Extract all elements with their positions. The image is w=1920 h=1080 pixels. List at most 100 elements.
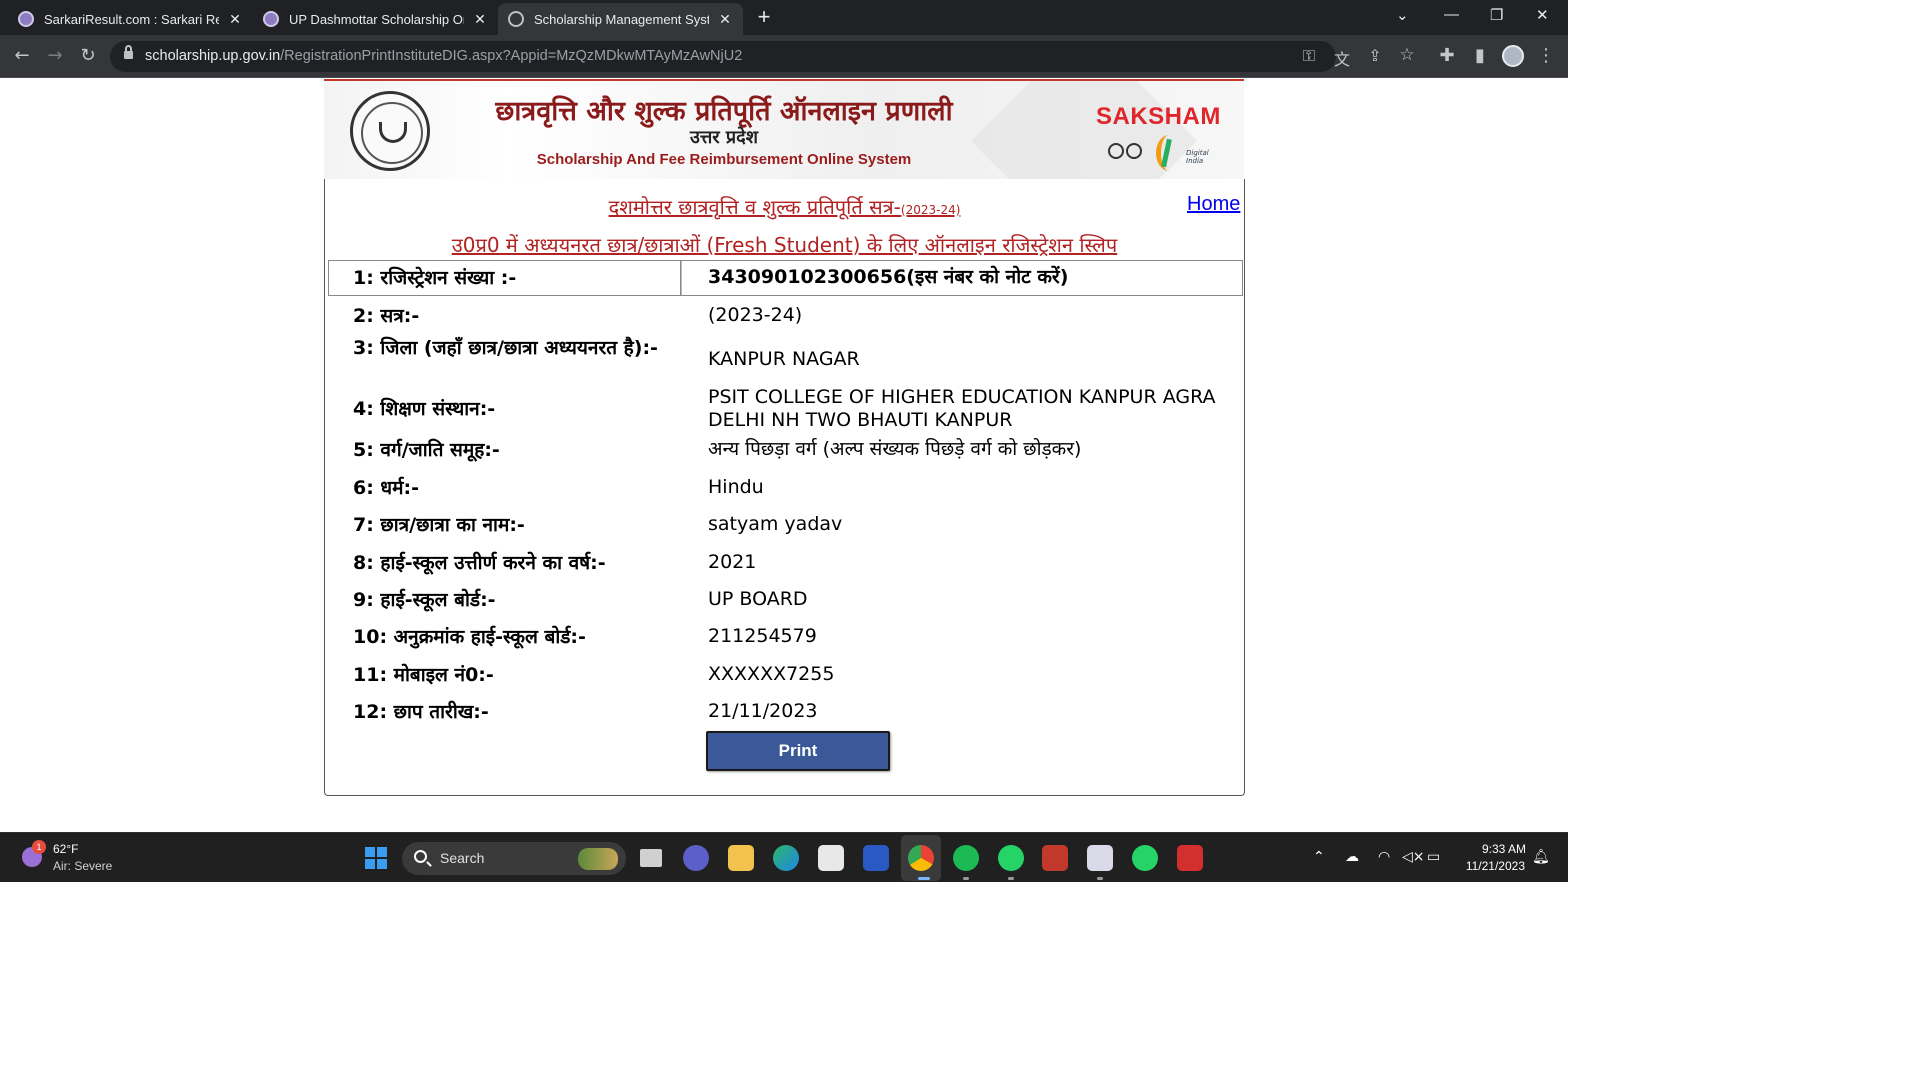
snipping-tool-icon[interactable] bbox=[1087, 845, 1113, 871]
bookmark-star-icon[interactable]: ☆ bbox=[1396, 45, 1418, 65]
tab-title: UP Dashmottar Scholarship Online bbox=[289, 11, 464, 27]
field-value: (2023-24) bbox=[708, 304, 803, 326]
taskbar-date[interactable]: 11/21/2023 bbox=[1455, 859, 1525, 873]
field-value: अन्य पिछड़ा वर्ग (अल्प संख्यक पिछड़े वर्… bbox=[708, 438, 1082, 460]
search-label: Search bbox=[440, 850, 485, 866]
tab-close-icon[interactable]: ✕ bbox=[472, 11, 488, 28]
browser-tab-sarkariresult[interactable]: SarkariResult.com : Sarkari Result ✕ bbox=[8, 3, 253, 35]
weather-alert-badge: 1 bbox=[32, 840, 46, 854]
tab-title: SarkariResult.com : Sarkari Result bbox=[44, 11, 219, 27]
field-value: 343090102300656(इस नंबर को नोट करें) bbox=[708, 266, 1069, 288]
saksham-logo: SAKSHAM bbox=[1096, 103, 1221, 130]
windows-start-icon[interactable] bbox=[365, 847, 387, 869]
task-view-icon[interactable] bbox=[640, 849, 662, 867]
chrome-icon[interactable] bbox=[908, 845, 934, 871]
windows-taskbar: 1 62°F Air: Severe Search ⌃ ☁ ◠ ◁× ▭ 9:3… bbox=[0, 832, 1568, 882]
site-favicon-icon bbox=[263, 11, 279, 27]
battery-icon[interactable]: ▭ bbox=[1427, 849, 1440, 865]
weather-temperature[interactable]: 62°F bbox=[53, 842, 78, 856]
url-text[interactable]: scholarship.up.gov.in/RegistrationPrintI… bbox=[145, 48, 742, 64]
translate-icon[interactable]: 文 bbox=[1331, 46, 1353, 70]
taskbar-time[interactable]: 9:33 AM bbox=[1470, 842, 1526, 856]
show-hidden-icons-chevron-icon[interactable]: ⌃ bbox=[1313, 849, 1325, 865]
field-value: satyam yadav bbox=[708, 513, 843, 535]
field-value: 211254579 bbox=[708, 625, 817, 647]
swachh-digital-india-logos: Digital India bbox=[1108, 135, 1218, 175]
share-icon[interactable]: ⇪ bbox=[1364, 46, 1386, 65]
spotify-icon[interactable] bbox=[953, 845, 979, 871]
profile-avatar[interactable] bbox=[1502, 45, 1524, 67]
home-link[interactable]: Home bbox=[1187, 193, 1240, 216]
whatsapp-web-icon[interactable] bbox=[1132, 845, 1158, 871]
extensions-icon[interactable]: ✚ bbox=[1436, 45, 1458, 66]
site-favicon-icon bbox=[18, 11, 34, 27]
swachh-bharat-spectacles-icon bbox=[1108, 143, 1124, 159]
lock-icon[interactable] bbox=[124, 45, 133, 60]
wifi-icon[interactable]: ◠ bbox=[1378, 849, 1390, 865]
digital-india-text: Digital India bbox=[1186, 149, 1209, 165]
tab-close-icon[interactable]: ✕ bbox=[717, 11, 733, 28]
volume-muted-icon[interactable]: ◁× bbox=[1402, 849, 1425, 865]
running-indicator bbox=[1008, 877, 1014, 880]
back-icon[interactable]: ← bbox=[11, 45, 33, 66]
field-label: 10: अनुक्रमांक हाई-स्कूल बोर्ड:- bbox=[353, 626, 586, 648]
browser-tab-up-scholarship[interactable]: UP Dashmottar Scholarship Online ✕ bbox=[253, 3, 498, 35]
field-value: KANPUR NAGAR bbox=[708, 348, 860, 370]
edge-browser-icon[interactable] bbox=[773, 845, 799, 871]
search-highlight-image bbox=[578, 848, 618, 870]
search-icon bbox=[414, 850, 427, 863]
forward-icon[interactable]: → bbox=[44, 45, 66, 66]
key-icon[interactable]: ⚿ bbox=[1298, 46, 1320, 66]
taskbar-search-box[interactable]: Search bbox=[402, 842, 626, 875]
field-label: 8: हाई-स्कूल उत्तीर्ण करने का वर्ष:- bbox=[353, 552, 606, 574]
adobe-acrobat-icon[interactable] bbox=[1177, 845, 1203, 871]
field-value: 2021 bbox=[708, 551, 757, 573]
field-label: 5: वर्ग/जाति समूह:- bbox=[353, 439, 500, 461]
whatsapp-icon[interactable] bbox=[998, 845, 1024, 871]
browser-tab-strip: SarkariResult.com : Sarkari Result ✕ UP … bbox=[0, 0, 1568, 35]
visual-studio-code-icon[interactable] bbox=[863, 845, 889, 871]
field-label: 1: रजिस्ट्रेशन संख्या :- bbox=[353, 267, 517, 289]
banner-title-hindi: छात्रवृत्ति और शुल्क प्रतिपूर्ति ऑनलाइन … bbox=[495, 96, 953, 127]
weather-description[interactable]: Air: Severe bbox=[53, 859, 112, 873]
site-banner: छात्रवृत्ति और शुल्क प्रतिपूर्ति ऑनलाइन … bbox=[324, 79, 1244, 179]
slip-heading: उ0प्र0 में अध्ययनरत छात्र/छात्राओं (Fres… bbox=[451, 233, 1118, 257]
dev-cpp-icon[interactable] bbox=[1042, 845, 1068, 871]
print-button[interactable]: Print bbox=[706, 731, 890, 771]
minimize-button[interactable]: — bbox=[1444, 6, 1459, 23]
registration-slip-panel: दशमोत्तर छात्रवृत्ति व शुल्क प्रतिपूर्ति… bbox=[324, 179, 1245, 796]
microsoft-store-icon[interactable] bbox=[818, 845, 844, 871]
tab-title: Scholarship Management System bbox=[534, 11, 709, 27]
running-indicator bbox=[963, 877, 969, 880]
banner-state-hindi: उत्तर प्रदेश bbox=[690, 127, 758, 148]
tab-search-icon[interactable]: ⌄ bbox=[1396, 6, 1409, 24]
teams-chat-icon[interactable] bbox=[683, 845, 709, 871]
side-panel-icon[interactable]: ▮ bbox=[1469, 45, 1491, 66]
field-label: 3: जिला (जहाँ छात्र/छात्रा अध्ययनरत है):… bbox=[353, 337, 658, 359]
page-viewport: छात्रवृत्ति और शुल्क प्रतिपूर्ति ऑनलाइन … bbox=[0, 79, 1568, 832]
restore-button[interactable]: ❐ bbox=[1490, 6, 1503, 24]
browser-tab-scholarship-management[interactable]: Scholarship Management System ✕ bbox=[498, 3, 743, 35]
close-window-button[interactable]: ✕ bbox=[1536, 6, 1549, 24]
menu-kebab-icon[interactable]: ⋮ bbox=[1535, 45, 1557, 66]
running-indicator bbox=[1097, 877, 1103, 880]
session-heading: दशमोत्तर छात्रवृत्ति व शुल्क प्रतिपूर्ति… bbox=[608, 195, 961, 219]
tab-close-icon[interactable]: ✕ bbox=[227, 11, 243, 28]
field-value: 21/11/2023 bbox=[708, 700, 818, 722]
notification-bell-icon[interactable]: 🔔︎ bbox=[1532, 849, 1550, 865]
address-bar[interactable]: scholarship.up.gov.in/RegistrationPrintI… bbox=[110, 41, 1415, 72]
field-value: Hindu bbox=[708, 476, 764, 498]
field-label: 2: सत्र:- bbox=[353, 305, 420, 327]
banner-title-english: Scholarship And Fee Reimbursement Online… bbox=[536, 151, 912, 168]
globe-icon bbox=[508, 11, 524, 27]
running-indicator bbox=[918, 877, 930, 880]
field-value: PSIT COLLEGE OF HIGHER EDUCATION KANPUR … bbox=[708, 386, 1216, 431]
reload-icon[interactable]: ↻ bbox=[77, 45, 99, 66]
field-value: XXXXXX7255 bbox=[708, 663, 835, 685]
file-explorer-icon[interactable] bbox=[728, 845, 754, 871]
field-label: 12: छाप तारीख:- bbox=[353, 701, 489, 723]
onedrive-icon[interactable]: ☁ bbox=[1345, 849, 1359, 865]
browser-toolbar: ← → ↻ scholarship.up.gov.in/Registration… bbox=[0, 35, 1568, 78]
field-value: UP BOARD bbox=[708, 588, 808, 610]
new-tab-button[interactable]: + bbox=[752, 4, 776, 30]
